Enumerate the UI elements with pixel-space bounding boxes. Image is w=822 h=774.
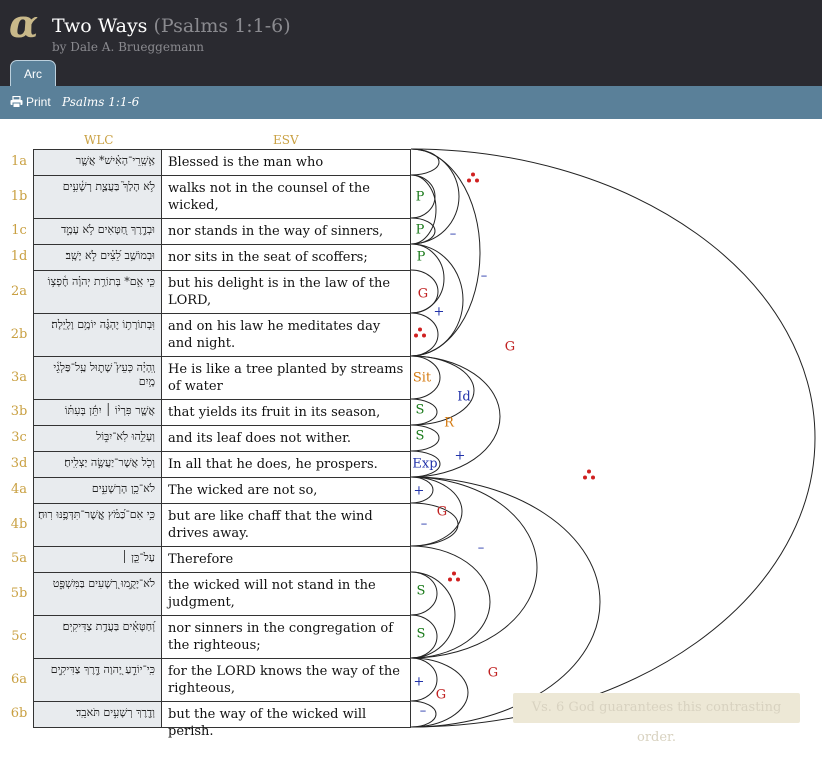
coordinate-dots-icon[interactable] [448,571,460,583]
arc-label-s[interactable]: S [417,584,426,599]
arc-label-s[interactable]: S [416,429,425,444]
arc-label-plus[interactable]: + [414,484,425,499]
arc-label-g[interactable]: G [488,666,498,681]
arc-label-plus[interactable]: + [434,305,445,320]
coordinate-dots-icon[interactable] [414,327,426,339]
arc-label-minus[interactable]: – [481,269,488,284]
arc-line [410,148,440,176]
arc-diagram [410,148,816,728]
arc-label-sit[interactable]: Sit [413,371,431,386]
arc-label-s[interactable]: S [416,403,425,418]
arc-label-g[interactable]: G [437,505,447,520]
arc-label-plus[interactable]: + [455,449,466,464]
arc-label-p[interactable]: P [416,223,425,238]
summary-note: Vs. 6 God guarantees this contrasting or… [513,693,800,745]
coordinate-dots-icon[interactable] [583,469,595,481]
arc-label-exp[interactable]: Exp [412,457,437,472]
arc-label-id[interactable]: Id [457,390,470,405]
arc-label-r[interactable]: R [444,416,454,431]
arc-label-minus[interactable]: – [478,541,485,556]
arc-line [410,148,816,728]
coordinate-dots-icon[interactable] [467,172,479,184]
arc-label-s[interactable]: S [417,627,426,642]
arc-label-minus[interactable]: – [420,704,427,719]
arc-label-g[interactable]: G [418,287,428,302]
arc-label-p[interactable]: P [417,250,426,265]
arc-label-p[interactable]: P [416,190,425,205]
arc-label-minus[interactable]: – [421,517,428,532]
arc-label-plus[interactable]: + [414,675,425,690]
arc-line [410,502,459,547]
arc-label-g[interactable]: G [436,688,446,703]
arc-label-minus[interactable]: – [450,227,457,242]
arc-label-g[interactable]: G [505,340,515,355]
